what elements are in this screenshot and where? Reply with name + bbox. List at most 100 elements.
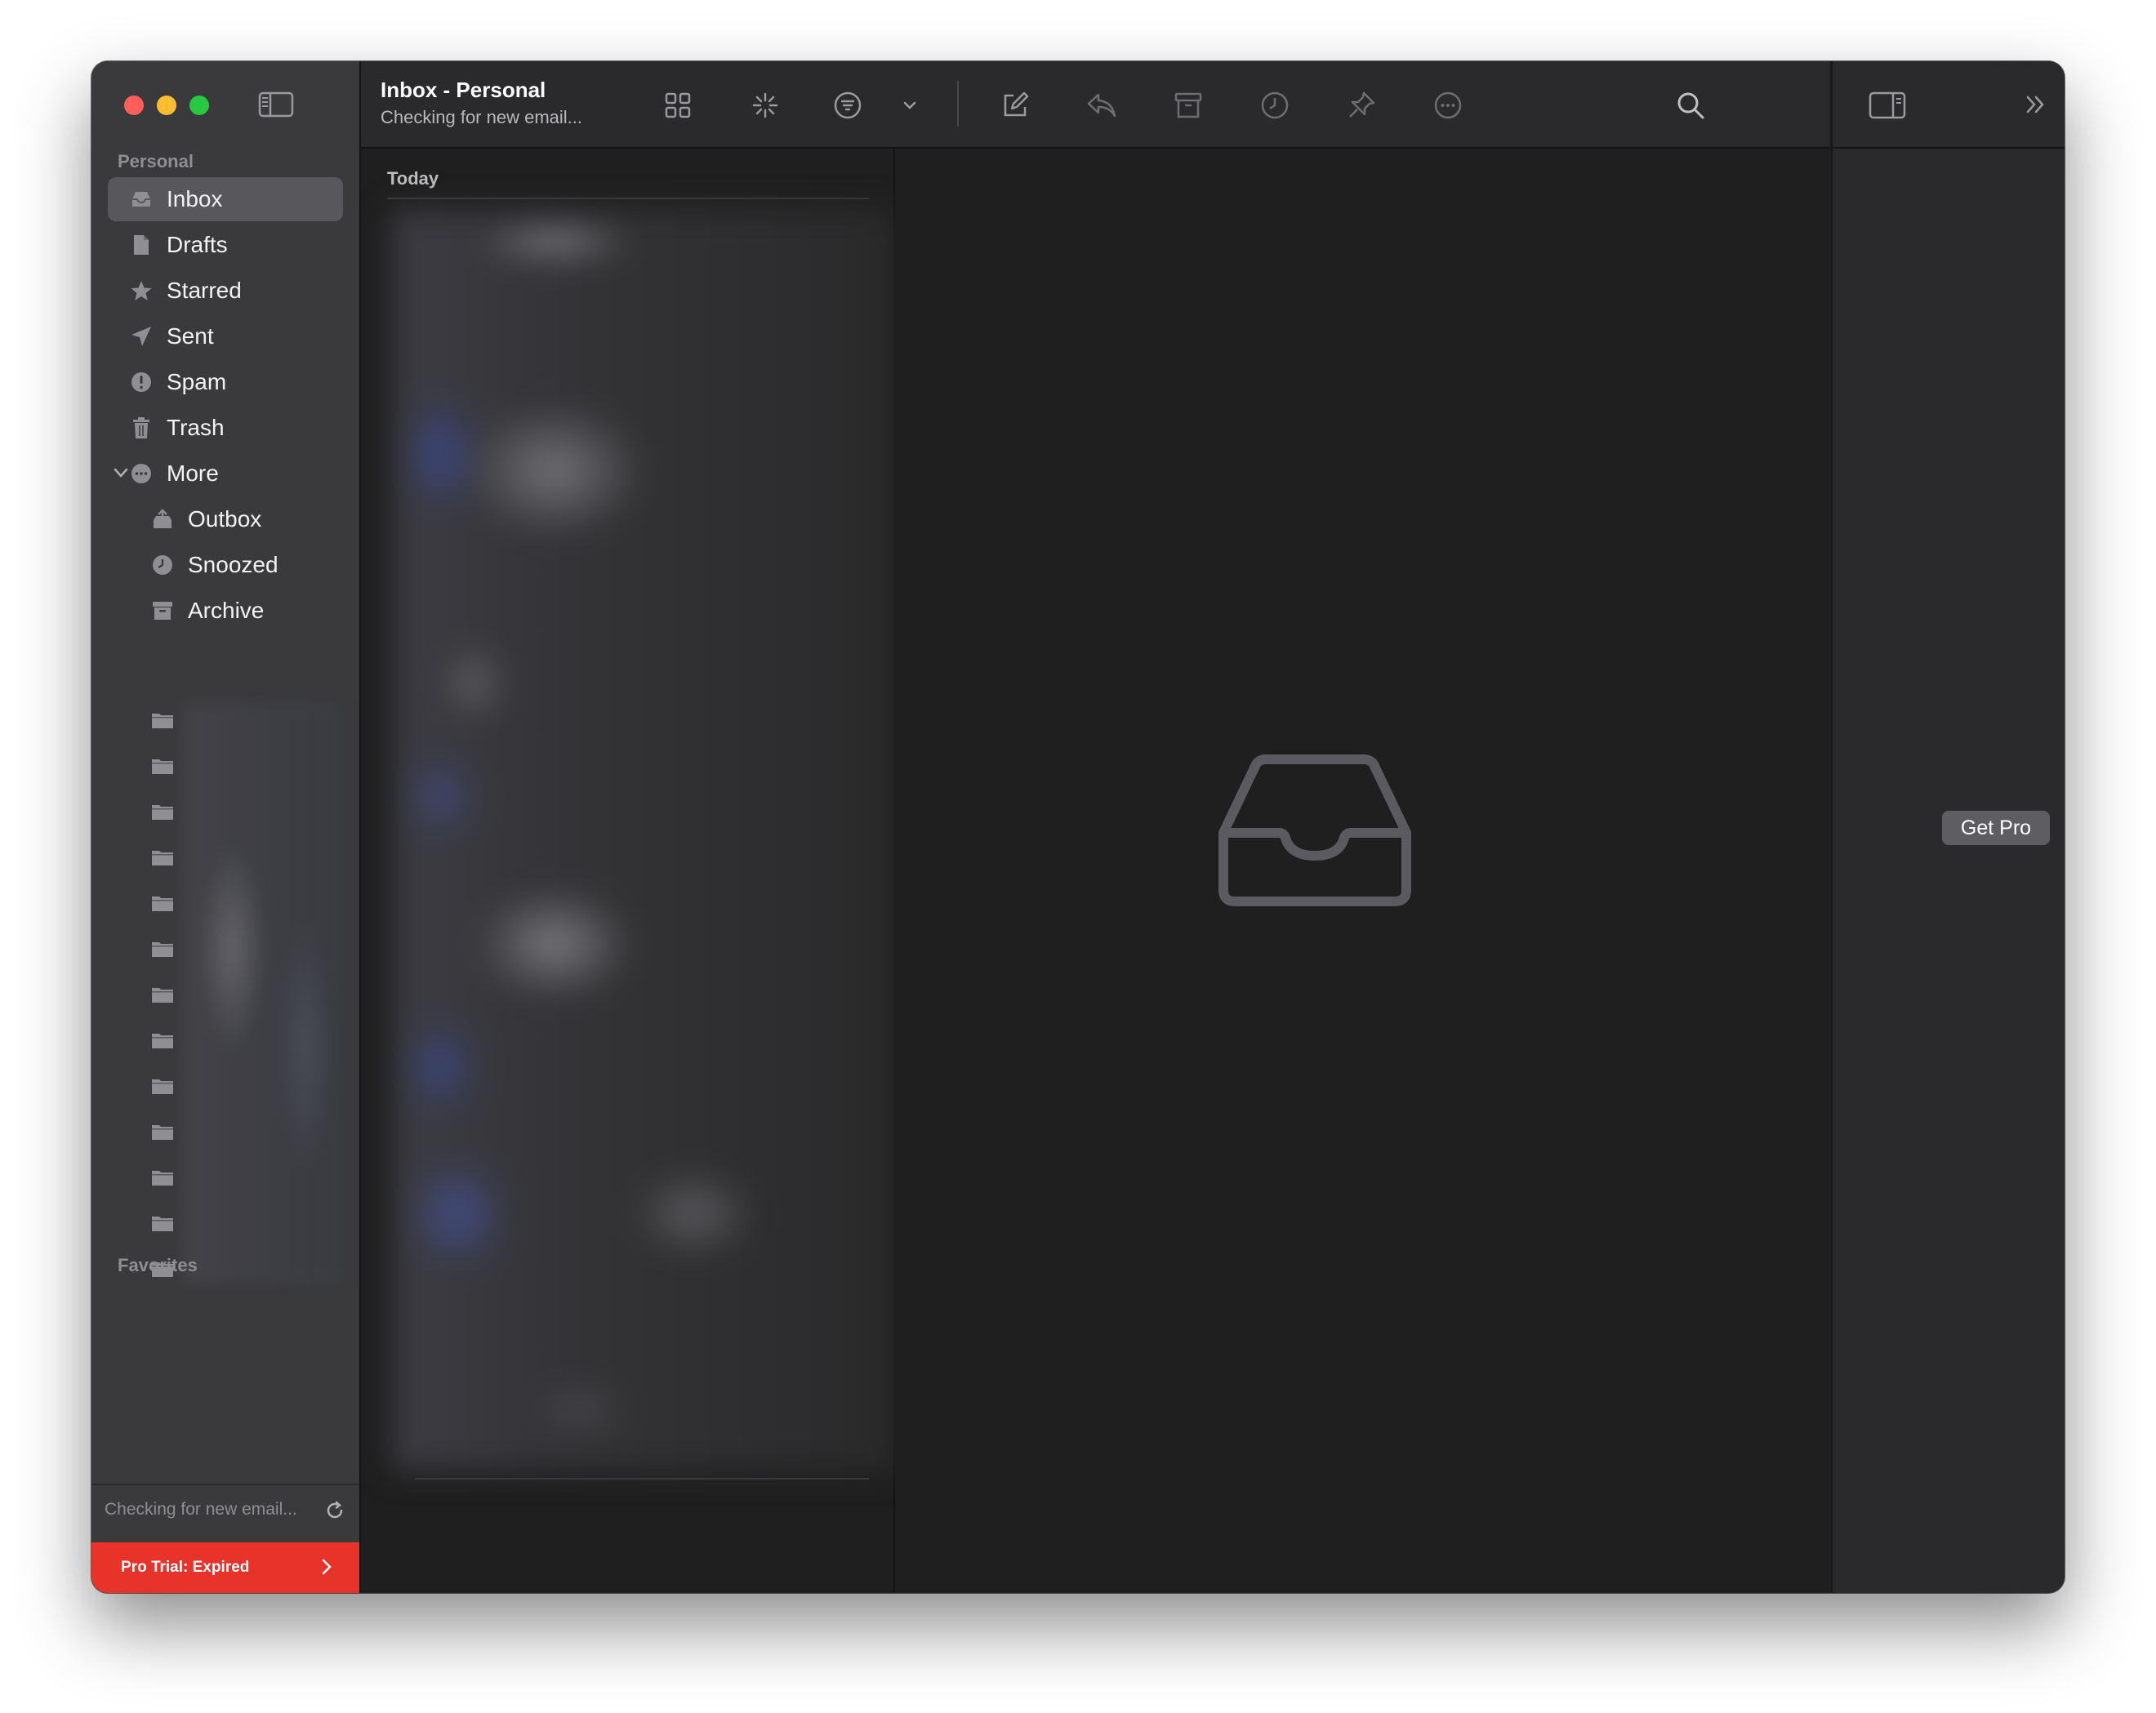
folder-icon (152, 851, 173, 865)
sidebar-item-snoozed[interactable]: Snoozed (108, 543, 343, 587)
search-icon (1677, 92, 1704, 119)
folder-icon (152, 1125, 173, 1140)
sidebar-item-label: Trash (167, 415, 225, 440)
folder-icon (152, 1079, 173, 1094)
page-title: Inbox - Personal (381, 78, 546, 102)
more-actions-button[interactable] (1432, 89, 1464, 122)
pro-trial-banner[interactable]: Pro Trial: Expired (91, 1542, 359, 1593)
divider (415, 1478, 869, 1479)
inspector-panel: Get Pro (1831, 61, 2065, 1593)
group-header-today: Today (387, 168, 439, 189)
section-label-personal: Personal (118, 151, 194, 171)
sidebar-item-label: Spam (167, 369, 227, 394)
get-pro-button[interactable]: Get Pro (1942, 811, 2050, 845)
sidebar-folder[interactable] (108, 927, 343, 971)
chevron-right-icon (322, 1559, 332, 1575)
snooze-clock-icon (1261, 91, 1289, 119)
folder-icon (152, 1034, 173, 1048)
archive-button[interactable] (1172, 89, 1205, 122)
inbox-tray-icon (129, 187, 154, 211)
sidebar-toggle-icon[interactable] (258, 91, 294, 118)
sidebar-item-label: Snoozed (188, 552, 278, 577)
filter-button[interactable] (831, 89, 864, 122)
compose-icon (1004, 91, 1029, 117)
toolbar-divider (957, 81, 959, 127)
filter-dropdown-button[interactable] (893, 89, 926, 122)
filter-icon (834, 91, 862, 119)
folder-icon (152, 759, 173, 774)
minimize-window-button[interactable] (157, 96, 176, 115)
chevron-down-icon[interactable] (111, 463, 131, 483)
sidebar-folder[interactable] (108, 790, 343, 834)
sparkle-icon (752, 92, 778, 118)
sidebar-folder[interactable] (108, 744, 343, 788)
sidebar: Personal Inbox Drafts Starred Sent Spam … (91, 61, 361, 1593)
outbox-tray-icon (150, 507, 175, 532)
sync-status-text: Checking for new email... (105, 1500, 297, 1519)
section-label-favorites: Favorites (118, 1255, 198, 1275)
archive-box-icon (150, 598, 175, 623)
smart-button[interactable] (749, 89, 782, 122)
maximize-window-button[interactable] (189, 96, 209, 115)
sidebar-folder[interactable] (108, 698, 343, 742)
clock-icon (150, 553, 175, 577)
pin-button[interactable] (1345, 89, 1378, 122)
exclamation-circle-icon (129, 370, 154, 394)
sidebar-folder[interactable] (108, 1155, 343, 1199)
sidebar-item-label: More (167, 461, 219, 486)
redacted-message-list[interactable] (392, 209, 893, 1471)
sidebar-folder[interactable] (108, 881, 343, 925)
more-icon (1434, 91, 1462, 119)
sidebar-item-archive[interactable]: Archive (108, 589, 343, 633)
sidebar-folder[interactable] (108, 1064, 343, 1108)
folder-icon (152, 714, 173, 728)
snooze-button[interactable] (1258, 89, 1291, 122)
sidebar-folder[interactable] (108, 972, 343, 1017)
reply-icon (1087, 93, 1116, 118)
mail-window: Personal Inbox Drafts Starred Sent Spam … (91, 61, 2065, 1593)
sidebar-item-spam[interactable]: Spam (108, 360, 343, 404)
sidebar-item-label: Drafts (167, 232, 228, 257)
archive-icon (1174, 92, 1202, 118)
toolbar: Inbox - Personal Checking for new email.… (361, 61, 1829, 149)
sidebar-item-outbox[interactable]: Outbox (108, 497, 343, 541)
reply-button[interactable] (1085, 89, 1118, 122)
folder-icon (152, 805, 173, 820)
refresh-icon[interactable] (323, 1499, 346, 1522)
folder-icon (152, 988, 173, 1003)
search-button[interactable] (1674, 89, 1707, 122)
sidebar-item-drafts[interactable]: Drafts (108, 223, 343, 267)
sidebar-item-trash[interactable]: Trash (108, 406, 343, 450)
compose-button[interactable] (999, 89, 1031, 122)
pin-icon (1349, 91, 1375, 118)
folder-icon (152, 942, 173, 957)
sidebar-item-more[interactable]: More (108, 452, 343, 496)
ellipsis-circle-icon (129, 461, 154, 486)
folder-icon (152, 897, 173, 911)
double-chevron-right-icon[interactable] (2024, 92, 2048, 117)
message-list: Today (361, 149, 895, 1593)
sidebar-item-starred[interactable]: Starred (108, 269, 343, 313)
sidebar-folder[interactable] (108, 1018, 343, 1062)
sidebar-folder[interactable] (108, 1110, 343, 1154)
page-subtitle: Checking for new email... (381, 107, 582, 127)
grid-view-button[interactable] (662, 89, 694, 122)
sync-status: Checking for new email... (91, 1484, 359, 1534)
chevron-down-icon (903, 101, 916, 109)
folder-icon (152, 1217, 173, 1231)
empty-inbox-icon (1218, 754, 1411, 906)
sidebar-item-inbox[interactable]: Inbox (108, 177, 343, 221)
sidebar-folder[interactable] (108, 835, 343, 879)
sidebar-item-sent[interactable]: Sent (108, 314, 343, 358)
folder-icon (152, 1171, 173, 1186)
pro-trial-label: Pro Trial: Expired (121, 1559, 250, 1576)
paper-plane-icon (129, 324, 154, 349)
inspector-toggle-icon[interactable] (1869, 91, 1906, 120)
sidebar-item-label: Inbox (167, 186, 223, 211)
inspector-toolbar (1833, 61, 2065, 149)
sidebar-item-label: Outbox (188, 506, 262, 532)
close-window-button[interactable] (124, 96, 144, 115)
document-icon (129, 233, 154, 257)
sidebar-folder[interactable] (108, 1201, 343, 1245)
reading-pane (895, 149, 1829, 1593)
